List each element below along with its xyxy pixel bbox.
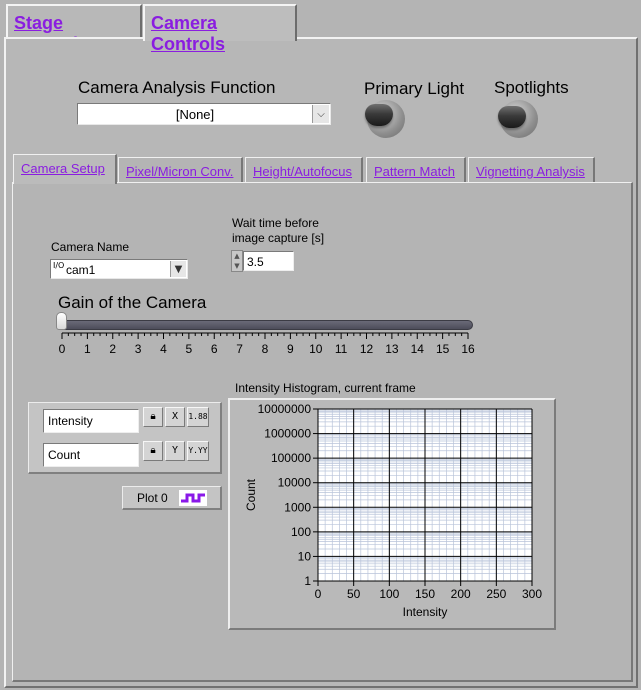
tab-vignetting-analysis[interactable]: Vignetting Analysis bbox=[468, 157, 595, 183]
gain-tick-label: 2 bbox=[109, 342, 116, 356]
chart-title: Intensity Histogram, current frame bbox=[235, 381, 416, 395]
camera-name-value: cam1 bbox=[66, 263, 96, 277]
dropdown-arrow-icon[interactable]: ▼ bbox=[170, 261, 186, 277]
y-scale-name[interactable]: Count bbox=[43, 443, 139, 467]
plot-swatch-icon bbox=[179, 490, 207, 506]
gain-tick-label: 12 bbox=[360, 342, 374, 356]
camera-analysis-label: Camera Analysis Function bbox=[78, 78, 276, 97]
gain-tick-label: 10 bbox=[309, 342, 323, 356]
y-tick-label: 100000 bbox=[271, 451, 311, 465]
x-tick-label: 150 bbox=[415, 587, 435, 601]
primary-light-switch[interactable] bbox=[365, 98, 405, 138]
gain-slider-thumb[interactable] bbox=[56, 312, 67, 330]
wait-time-input[interactable]: 3.5 bbox=[243, 251, 294, 271]
tab-camera-controls[interactable]: Camera Controls bbox=[143, 4, 297, 54]
x-tick-label: 100 bbox=[379, 587, 399, 601]
y-tick-label: 100 bbox=[291, 525, 311, 539]
plot-legend[interactable]: Plot 0 bbox=[122, 486, 222, 510]
gain-tick-label: 1 bbox=[84, 342, 91, 356]
y-format-button[interactable]: Y.YY bbox=[187, 441, 209, 461]
tab-camera-setup[interactable]: Camera Setup bbox=[13, 154, 117, 184]
x-format-button[interactable]: 1.88 bbox=[187, 407, 209, 427]
io-icon: I/O bbox=[53, 261, 65, 270]
x-tick-label: 0 bbox=[315, 587, 322, 601]
gain-label: Gain of the Camera bbox=[58, 293, 207, 312]
gain-tick-label: 6 bbox=[211, 342, 218, 356]
tab-stage-controls[interactable]: Stage Controls bbox=[6, 4, 142, 54]
gain-tick-label: 11 bbox=[335, 342, 348, 356]
camera-analysis-value: [None] bbox=[175, 107, 215, 122]
gain-tick-label: 3 bbox=[135, 342, 142, 356]
chevron-down-icon[interactable]: ⌵ bbox=[312, 105, 329, 123]
spotlights-label: Spotlights bbox=[494, 78, 569, 97]
x-axis-label: Intensity bbox=[403, 605, 448, 619]
x-autoscale-button[interactable]: X bbox=[165, 407, 185, 427]
gain-tick-label: 7 bbox=[236, 342, 243, 356]
camera-name-label: Camera Name bbox=[51, 240, 130, 254]
plot-legend-label: Plot 0 bbox=[137, 491, 168, 505]
intensity-histogram-chart[interactable]: 0 50 100 150 200 250 300 1 10 100 1000 10000 100000 1… bbox=[228, 398, 556, 630]
primary-light-label: Primary Light bbox=[364, 79, 465, 98]
gain-scale: 0 1 2 3 4 5 6 7 8 9 10 11 12 13 14 15 16 bbox=[59, 332, 475, 356]
x-tick-label: 300 bbox=[522, 587, 542, 601]
wait-time-label-line1: Wait time before bbox=[232, 216, 319, 230]
gain-tick-label: 16 bbox=[461, 342, 475, 356]
wait-time-stepper[interactable]: ▲ ▼ bbox=[231, 250, 243, 272]
x-tick-label: 200 bbox=[451, 587, 471, 601]
gain-tick-label: 5 bbox=[186, 342, 193, 356]
x-tick-label: 50 bbox=[347, 587, 361, 601]
x-scale-name[interactable]: Intensity bbox=[43, 409, 139, 433]
x-tick-label: 250 bbox=[486, 587, 506, 601]
gain-tick-label: 8 bbox=[262, 342, 269, 356]
camera-name-dropdown[interactable]: I/O cam1 ▼ bbox=[50, 259, 188, 279]
y-tick-label: 1 bbox=[304, 574, 311, 588]
y-tick-label: 10000 bbox=[278, 476, 312, 490]
lock-icon[interactable]: 🔒︎ bbox=[143, 407, 163, 427]
y-tick-label: 10000000 bbox=[258, 402, 312, 416]
y-tick-label: 10 bbox=[298, 549, 312, 563]
spotlights-switch[interactable] bbox=[498, 98, 538, 138]
gain-tick-label: 0 bbox=[59, 342, 66, 356]
tab-pattern-match[interactable]: Pattern Match bbox=[366, 157, 466, 183]
camera-analysis-dropdown[interactable]: [None] ⌵ bbox=[77, 103, 331, 125]
gain-slider-track[interactable] bbox=[57, 320, 473, 330]
gain-tick-label: 15 bbox=[436, 342, 450, 356]
tab-pixel-micron[interactable]: Pixel/Micron Conv. bbox=[118, 157, 243, 183]
gain-tick-label: 13 bbox=[385, 342, 399, 356]
y-tick-label: 1000 bbox=[284, 500, 311, 514]
y-tick-label: 1000000 bbox=[264, 427, 311, 441]
scale-legend: Intensity 🔒︎ X 1.88 Count 🔒︎ Y Y.YY bbox=[28, 402, 222, 474]
y-axis-label: Count bbox=[244, 478, 258, 511]
y-autoscale-button[interactable]: Y bbox=[165, 441, 185, 461]
gain-tick-label: 4 bbox=[160, 342, 167, 356]
gain-tick-label: 9 bbox=[287, 342, 294, 356]
wait-time-label-line2: image capture [s] bbox=[232, 231, 325, 245]
gain-tick-label: 14 bbox=[411, 342, 425, 356]
tab-height-autofocus[interactable]: Height/Autofocus bbox=[245, 157, 363, 183]
lock-icon[interactable]: 🔒︎ bbox=[143, 441, 163, 461]
